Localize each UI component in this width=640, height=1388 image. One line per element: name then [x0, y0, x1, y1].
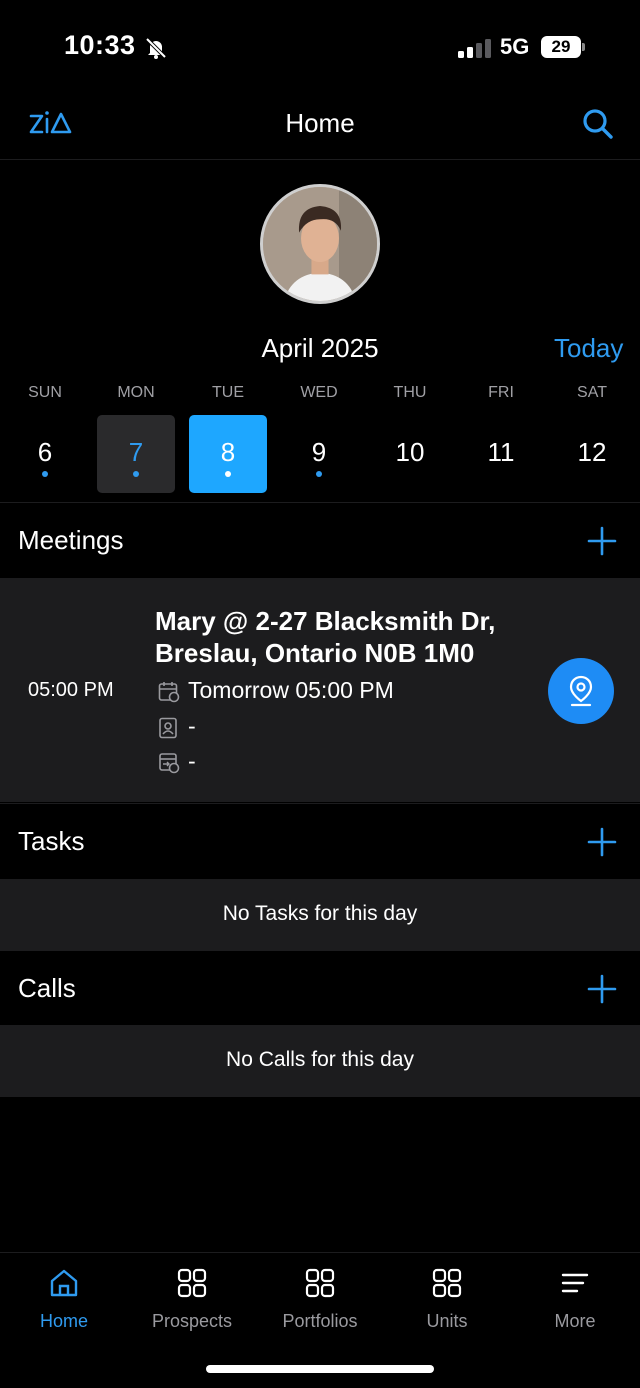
day-name: MON [117, 384, 155, 401]
day-name: SUN [28, 384, 62, 401]
day-column-tue[interactable]: TUE 8 [188, 382, 268, 502]
day-column-fri[interactable]: FRI 11 [461, 382, 541, 502]
day-name: FRI [488, 384, 514, 401]
contact-card-icon [159, 717, 177, 739]
month-label: April 2025 [261, 333, 379, 363]
calls-empty-state: No Calls for this day [0, 1025, 640, 1097]
day-cell[interactable]: 6 [6, 415, 84, 493]
day-cell[interactable]: 10 [371, 415, 449, 493]
tab-more[interactable]: More [511, 1253, 639, 1343]
day-cell-selected[interactable]: 8 [189, 415, 267, 493]
event-dot [133, 471, 139, 477]
avatar[interactable] [260, 184, 380, 304]
event-dot [42, 471, 48, 477]
battery-icon: 29 [541, 36, 585, 58]
tab-home[interactable]: Home [0, 1253, 128, 1343]
day-number: 7 [128, 437, 144, 467]
map-location-button[interactable] [548, 658, 614, 724]
battery-level: 29 [551, 37, 571, 56]
event-dot [225, 471, 231, 477]
grid-icon [305, 1268, 335, 1298]
day-column-wed[interactable]: WED 9 [279, 382, 359, 502]
day-number: 9 [311, 437, 327, 467]
status-bar: 10:33 5G 29 [0, 0, 640, 96]
day-name: WED [300, 384, 338, 401]
day-number: 6 [37, 437, 53, 467]
section-title: Tasks [18, 826, 85, 856]
calendar-clock-icon [158, 682, 180, 703]
page-title: Home [285, 108, 355, 138]
day-column-thu[interactable]: THU 10 [370, 382, 450, 502]
today-button[interactable]: Today [554, 333, 623, 364]
day-cell[interactable]: 11 [462, 415, 540, 493]
grid-icon [432, 1268, 462, 1298]
week-strip: SUN 6 MON 7 TUE 8 WED 9 THU 10 FRI 11 SA… [0, 382, 640, 502]
meeting-contact: - [188, 713, 196, 739]
nav-bar: Home [0, 96, 640, 160]
day-number: 8 [220, 437, 236, 467]
status-time: 10:33 [64, 30, 136, 60]
tasks-header: Tasks [0, 803, 640, 879]
day-column-sun[interactable]: SUN 6 [5, 382, 85, 502]
meetings-header: Meetings [0, 502, 640, 578]
day-number: 11 [487, 437, 515, 467]
tab-label: Units [426, 1311, 468, 1331]
day-name: THU [393, 384, 427, 401]
day-number: 10 [395, 437, 425, 467]
tab-label: Prospects [151, 1311, 233, 1331]
meeting-item[interactable]: 05:00 PM Mary @ 2-27 Blacksmith Dr, Bres… [0, 578, 640, 802]
day-number: 12 [577, 437, 607, 467]
home-icon [50, 1269, 78, 1297]
calls-header: Calls [0, 950, 640, 1026]
day-cell[interactable]: 7 [97, 415, 175, 493]
day-name: TUE [212, 384, 244, 401]
section-title: Meetings [18, 525, 124, 555]
tab-label: Home [39, 1311, 88, 1331]
related-record-icon [159, 753, 180, 774]
network-label: 5G [500, 34, 530, 59]
grid-icon [177, 1268, 207, 1298]
meeting-when: Tomorrow 05:00 PM [188, 677, 394, 703]
event-dot [316, 471, 322, 477]
tab-prospects[interactable]: Prospects [128, 1253, 256, 1343]
bell-slash-icon [145, 37, 167, 59]
day-cell[interactable]: 12 [553, 415, 631, 493]
section-title: Calls [18, 973, 76, 1003]
day-cell[interactable]: 9 [280, 415, 358, 493]
meeting-related: - [188, 748, 196, 774]
meeting-time: 05:00 PM [28, 679, 114, 701]
day-name: SAT [577, 384, 607, 401]
location-pin-icon [569, 675, 593, 707]
tasks-empty-state: No Tasks for this day [0, 879, 640, 951]
signal-icon [458, 39, 491, 58]
menu-icon [561, 1273, 589, 1293]
tab-portfolios[interactable]: Portfolios [256, 1253, 384, 1343]
add-call-plus-icon[interactable] [586, 973, 618, 1005]
home-indicator[interactable] [206, 1365, 434, 1373]
meeting-title: Mary @ 2-27 Blacksmith Dr, Breslau, Onta… [155, 606, 496, 668]
search-icon[interactable] [580, 106, 616, 142]
day-column-sat[interactable]: SAT 12 [552, 382, 632, 502]
tab-label: More [554, 1311, 596, 1331]
add-meeting-plus-icon[interactable] [586, 525, 618, 557]
tab-units[interactable]: Units [383, 1253, 511, 1343]
day-column-mon[interactable]: MON 7 [96, 382, 176, 502]
avatar-photo [263, 187, 377, 301]
tab-label: Portfolios [282, 1311, 358, 1331]
add-task-plus-icon[interactable] [586, 826, 618, 858]
